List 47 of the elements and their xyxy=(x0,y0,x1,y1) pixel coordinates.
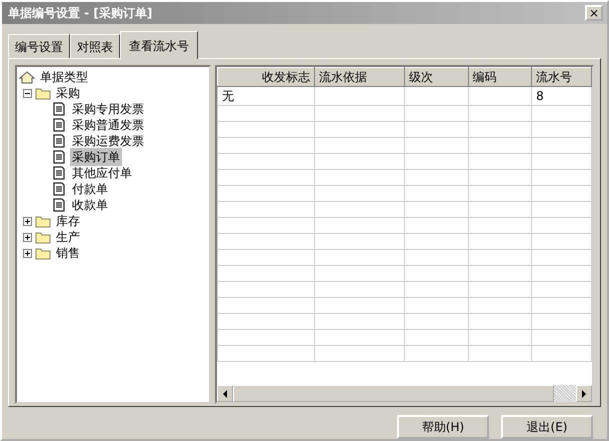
tab[interactable]: 查看流水号 xyxy=(120,31,198,59)
table-cell: 8 xyxy=(532,86,592,106)
folder-icon xyxy=(35,214,51,228)
expand-icon[interactable] xyxy=(23,232,32,242)
document-icon xyxy=(51,134,67,148)
tree-item[interactable]: 采购订单 xyxy=(70,148,122,166)
exit-button[interactable]: 退出(E) xyxy=(501,415,593,439)
tree-item[interactable]: 其他应付单 xyxy=(70,164,134,182)
scroll-left-button[interactable] xyxy=(217,385,233,402)
column-header[interactable]: 收发标志 xyxy=(218,68,315,86)
tree-item[interactable]: 单据类型 xyxy=(38,68,90,86)
tree-item[interactable]: 采购普通发票 xyxy=(70,116,146,134)
scroll-right-button[interactable] xyxy=(576,385,592,402)
document-icon xyxy=(51,102,67,116)
help-button[interactable]: 帮助(H) xyxy=(397,415,489,439)
tab[interactable]: 编号设置 xyxy=(8,34,70,58)
expand-icon[interactable] xyxy=(23,248,32,258)
folder-icon xyxy=(35,246,51,260)
close-button[interactable]: × xyxy=(585,5,603,21)
left-arrow-icon xyxy=(222,390,228,398)
document-icon xyxy=(51,166,67,180)
tree-item[interactable]: 销售 xyxy=(54,244,82,262)
expand-icon[interactable] xyxy=(23,216,32,226)
document-icon xyxy=(51,182,67,196)
tree-item[interactable]: 收款单 xyxy=(70,196,110,214)
tree-item[interactable]: 采购专用发票 xyxy=(70,100,146,118)
house-icon xyxy=(19,70,35,84)
tree-item[interactable]: 生产 xyxy=(54,228,82,246)
column-header[interactable]: 级次 xyxy=(404,68,468,86)
document-icon xyxy=(51,118,67,132)
column-header[interactable]: 流水依据 xyxy=(314,68,404,86)
tree-item[interactable]: 库存 xyxy=(54,212,82,230)
column-header[interactable]: 编码 xyxy=(468,68,532,86)
right-arrow-icon xyxy=(581,390,587,398)
tree-item[interactable]: 采购 xyxy=(54,84,82,102)
tree-item[interactable]: 付款单 xyxy=(70,180,110,198)
folder-icon xyxy=(35,86,51,100)
scrollbar-thumb[interactable] xyxy=(233,385,554,402)
document-icon xyxy=(51,198,67,212)
table-cell: 无 xyxy=(218,86,315,106)
folder-icon xyxy=(35,230,51,244)
document-icon xyxy=(51,150,67,164)
column-header[interactable]: 流水号 xyxy=(532,68,592,86)
tab[interactable]: 对照表 xyxy=(70,34,120,58)
collapse-icon[interactable] xyxy=(23,88,32,98)
tree-item[interactable]: 采购运费发票 xyxy=(70,132,146,150)
window-title: 单据编号设置 - [采购订单] xyxy=(8,5,152,22)
